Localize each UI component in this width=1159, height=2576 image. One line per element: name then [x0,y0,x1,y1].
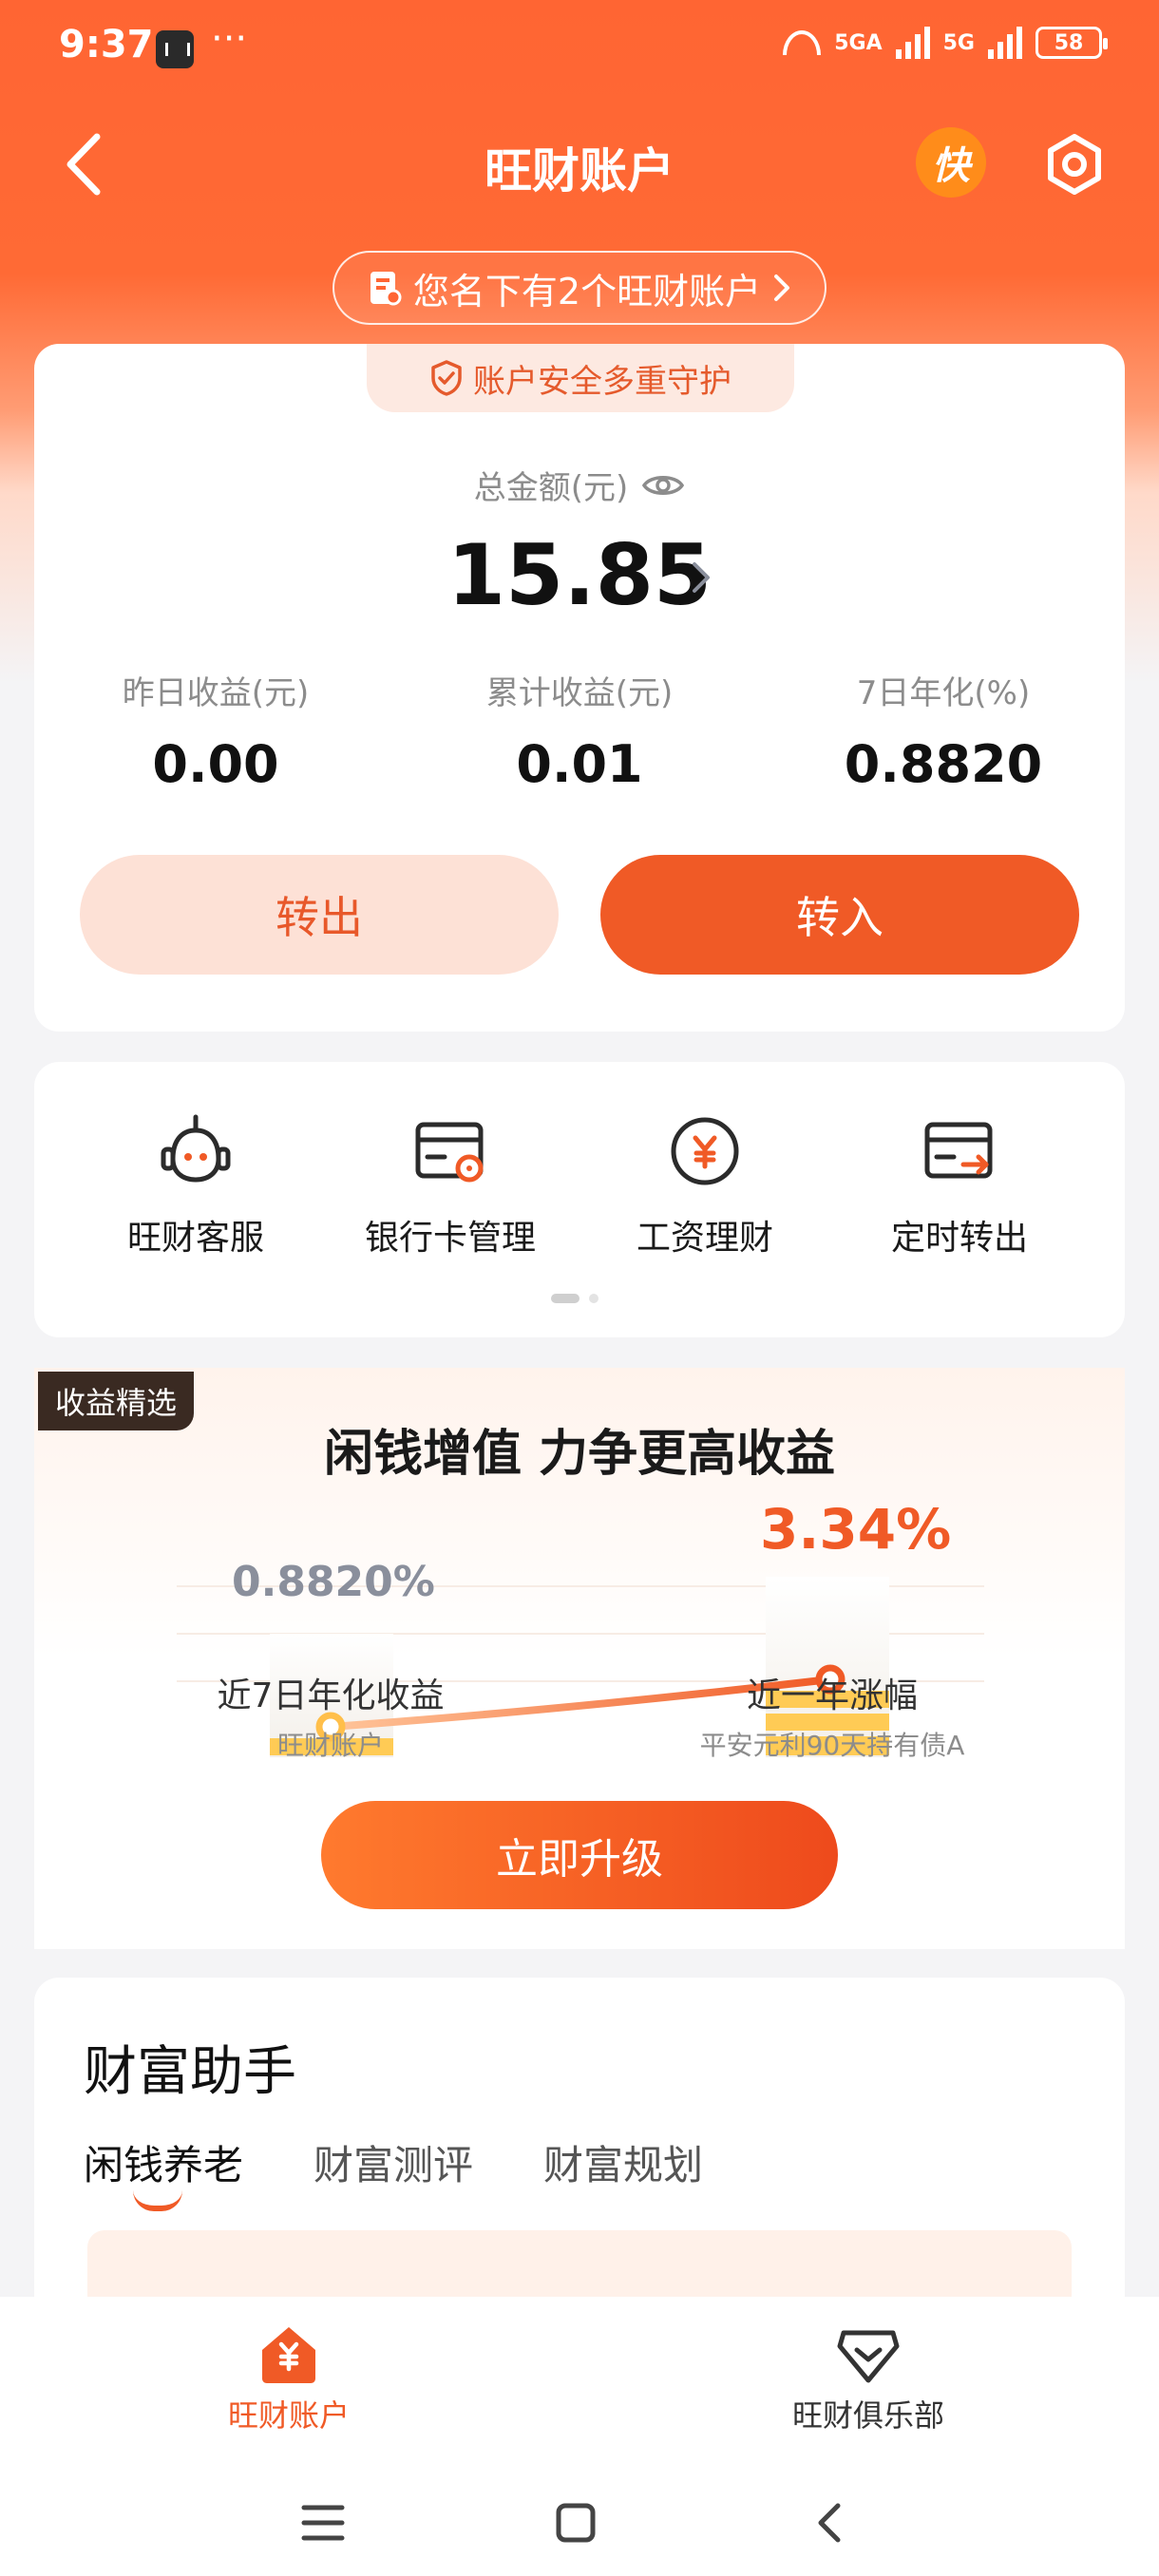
eye-icon[interactable] [641,471,685,500]
right-caption-sub: 平安元利90天持有债A [699,1730,965,1761]
right-caption: 近一年涨幅 平安元利90天持有债A [652,1668,1013,1763]
promo-title: 闲钱增值 力争更高收益 [323,1426,836,1483]
tool-label: 定时转出 [890,1219,1028,1258]
battery-icon: 58 [1036,27,1108,59]
menu-icon[interactable] [300,2502,346,2544]
stat-value: 0.01 [516,734,643,794]
page-dot-active [551,1294,580,1303]
tool-label: 旺财客服 [126,1219,264,1258]
right-caption-main: 近一年涨幅 [746,1676,918,1715]
left-caption: 近7日年化收益 旺财账户 [160,1668,502,1763]
settings-icon[interactable] [1043,133,1106,196]
signal-icon [895,27,930,59]
bottom-tab-bar: 旺财账户 旺财俱乐部 [0,2297,1159,2470]
left-caption-sub: 旺财账户 [276,1730,384,1761]
robot-service-icon [161,1114,231,1183]
stat-value: 0.8820 [844,734,1043,794]
stat-label: 昨日收益(元) [122,674,310,712]
safety-text: 账户安全多重守护 [473,362,732,401]
bank-card-icon [415,1122,484,1183]
safety-banner[interactable]: 账户安全多重守护 [367,344,794,412]
total-amount-value: 15.85 [446,526,712,624]
stat-yesterday: 昨日收益(元) 0.00 [34,667,397,794]
quick-tools-card: 旺财客服 银行卡管理 工资理财 定时转出 [34,1062,1125,1337]
tab-wealth-planning[interactable]: 财富规划 [543,2133,703,2191]
tab-wangcai-account[interactable]: 旺财账户 [146,2321,431,2435]
network-label-1: 5GA [834,30,883,55]
yield-promo-card: 收益精选 闲钱增值 力争更高收益 0.8820% 3.34% 近7日年化收益 旺 [34,1368,1125,1949]
total-amount-label: 总金额(元) [473,469,629,507]
tool-scheduled-transfer[interactable]: 定时转出 [832,1111,1087,1260]
right-yield-value: 3.34% [760,1497,952,1562]
page-dot [589,1294,598,1303]
recorder-app-icon [156,30,194,68]
stat-cumulative: 累计收益(元) 0.01 [398,667,761,794]
more-notifications-icon: ··· [211,17,248,61]
chevron-right-icon [693,562,710,593]
account-summary-card: 账户安全多重守护 总金额(元) 15.85 昨日收益(元) 0.00 累计收益(… [34,344,1125,1032]
upgrade-now-button[interactable]: 立即升级 [321,1801,838,1909]
tools-page-indicator [551,1294,598,1303]
tab-wangcai-club[interactable]: 旺财俱乐部 [726,2321,1011,2435]
network-label-2: 5G [942,30,975,55]
account-count-text: 您名下有2个旺财账户 [412,270,762,313]
stat-label: 累计收益(元) [485,674,674,712]
diamond-icon [837,2330,900,2383]
transfer-out-button[interactable]: 转出 [80,855,559,975]
stat-value: 0.00 [152,734,279,794]
tab-idle-money-pension[interactable]: 闲钱养老 [84,2133,243,2211]
home-square-icon[interactable] [555,2502,597,2544]
wealth-title: 财富助手 [84,2041,296,2103]
wealth-tabs: 闲钱养老 财富测评 财富规划 [84,2133,703,2211]
wealth-assistant-card: 财富助手 闲钱养老 财富测评 财富规划 [34,1978,1125,2344]
back-icon[interactable] [815,2502,844,2544]
status-bar: 9:37 ··· 5GA 5G 58 [0,0,1159,95]
left-caption-main: 近7日年化收益 [217,1676,445,1715]
tool-label: 工资理财 [636,1219,773,1258]
yuan-coin-icon [671,1117,739,1185]
tab-wealth-assessment[interactable]: 财富测评 [314,2133,473,2191]
stat-seven-day-yield: 7日年化(%) 0.8820 [762,667,1125,794]
tab-label: 旺财俱乐部 [791,2397,944,2434]
total-amount-row[interactable]: 15.85 [34,526,1125,624]
total-amount-label-row: 总金额(元) [34,462,1125,508]
tab-label: 旺财账户 [227,2397,350,2434]
tool-label: 银行卡管理 [364,1219,536,1258]
stat-label: 7日年化(%) [856,674,1031,712]
document-icon [370,272,402,306]
scheduled-transfer-icon [924,1122,993,1179]
system-navigation-bar [0,2470,1159,2576]
left-yield-value: 0.8820% [232,1558,435,1606]
tool-salary-finance[interactable]: 工资理财 [578,1111,832,1260]
chevron-right-icon [774,275,790,301]
tool-customer-service[interactable]: 旺财客服 [68,1111,323,1260]
signal-icon-2 [988,27,1022,59]
kuai-badge-icon[interactable]: 快 [916,127,986,198]
transfer-in-button[interactable]: 转入 [600,855,1079,975]
status-indicators: 5GA 5G 58 [783,27,1108,59]
status-time: 9:37 [59,23,154,66]
home-yuan-icon [262,2327,315,2383]
tool-bank-cards[interactable]: 银行卡管理 [323,1111,578,1260]
wifi-icon [783,30,822,55]
account-count-pill[interactable]: 您名下有2个旺财账户 [332,251,826,325]
shield-check-icon [431,360,462,396]
